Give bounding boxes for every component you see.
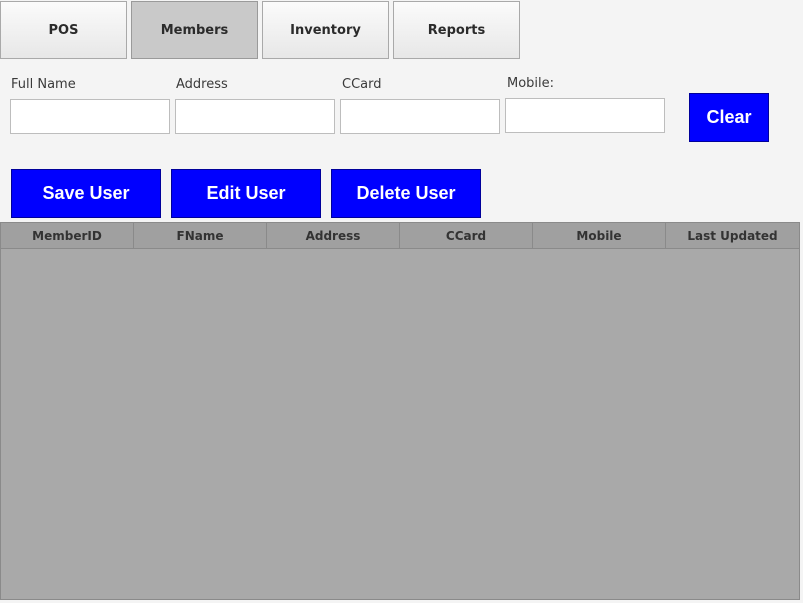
full-name-label: Full Name — [11, 77, 76, 92]
column-header-memberid[interactable]: MemberID — [1, 223, 134, 248]
members-table[interactable]: MemberID FName Address CCard Mobile Last… — [0, 222, 800, 600]
tab-reports[interactable]: Reports — [393, 1, 520, 59]
tab-inventory[interactable]: Inventory — [262, 1, 389, 59]
tab-members[interactable]: Members — [131, 1, 258, 59]
column-header-last-updated[interactable]: Last Updated — [666, 223, 799, 248]
edit-user-button[interactable]: Edit User — [171, 169, 321, 218]
column-header-ccard[interactable]: CCard — [400, 223, 533, 248]
tab-bar: POS Members Inventory Reports — [0, 0, 803, 61]
address-label: Address — [176, 77, 228, 92]
mobile-label: Mobile: — [507, 76, 555, 91]
ccard-input[interactable] — [340, 99, 500, 134]
delete-user-button[interactable]: Delete User — [331, 169, 481, 218]
save-user-button[interactable]: Save User — [11, 169, 161, 218]
column-header-mobile[interactable]: Mobile — [533, 223, 666, 248]
clear-button[interactable]: Clear — [689, 93, 769, 142]
column-header-fname[interactable]: FName — [134, 223, 267, 248]
tab-pos[interactable]: POS — [0, 1, 127, 59]
mobile-input[interactable] — [505, 98, 665, 133]
address-input[interactable] — [175, 99, 335, 134]
full-name-input[interactable] — [10, 99, 170, 134]
table-header: MemberID FName Address CCard Mobile Last… — [1, 223, 799, 249]
ccard-label: CCard — [342, 77, 382, 92]
column-header-address[interactable]: Address — [267, 223, 400, 248]
